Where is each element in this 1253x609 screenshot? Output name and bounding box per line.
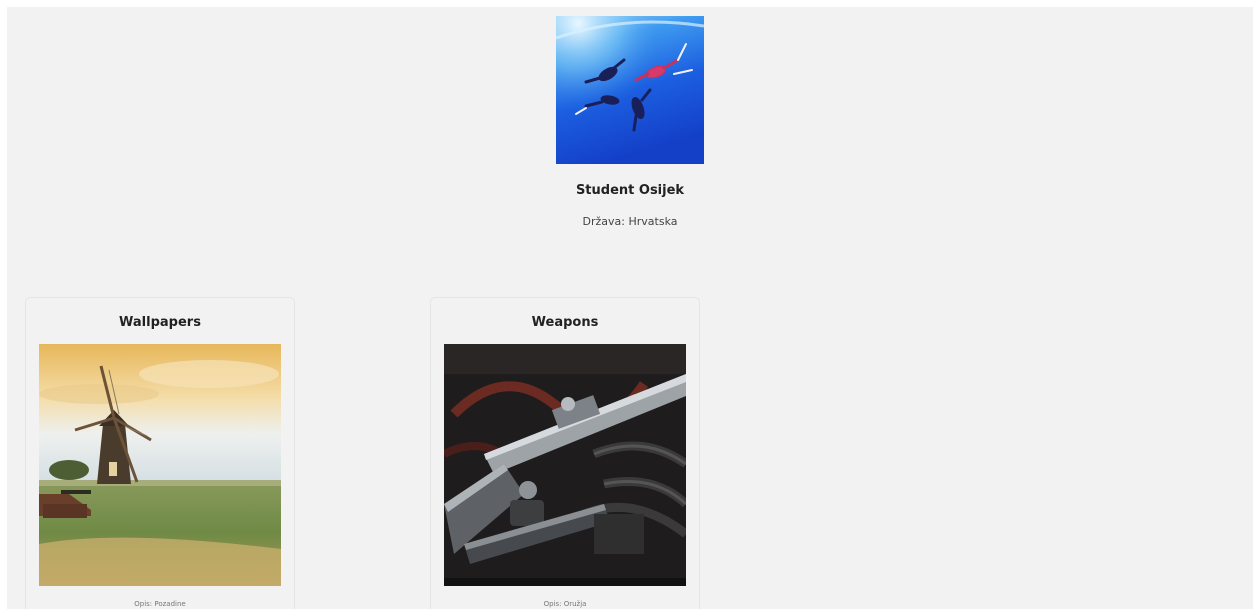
album-title: Weapons [531,315,599,330]
album-description: Opis: Oružja [543,600,587,608]
album-image[interactable] [39,344,281,586]
album-title: Wallpapers [119,315,201,330]
album-image[interactable] [444,344,686,586]
profile-name: Student Osijek [575,183,685,198]
album-description: Opis: Pozadine [134,600,186,608]
album-card-wallpapers[interactable]: Wallpapers Opis: Pozadine [25,297,295,609]
profile-avatar[interactable] [556,16,704,164]
page-container: Student Osijek Država: Hrvatska Wallpape… [7,7,1253,609]
windmill-photo-icon [39,344,281,586]
skydivers-photo-icon [556,16,704,164]
rifle-photo-icon [444,344,686,586]
profile-country: Država: Hrvatska [582,215,678,228]
album-card-weapons[interactable]: Weapons Opis: Oružja [430,297,700,609]
